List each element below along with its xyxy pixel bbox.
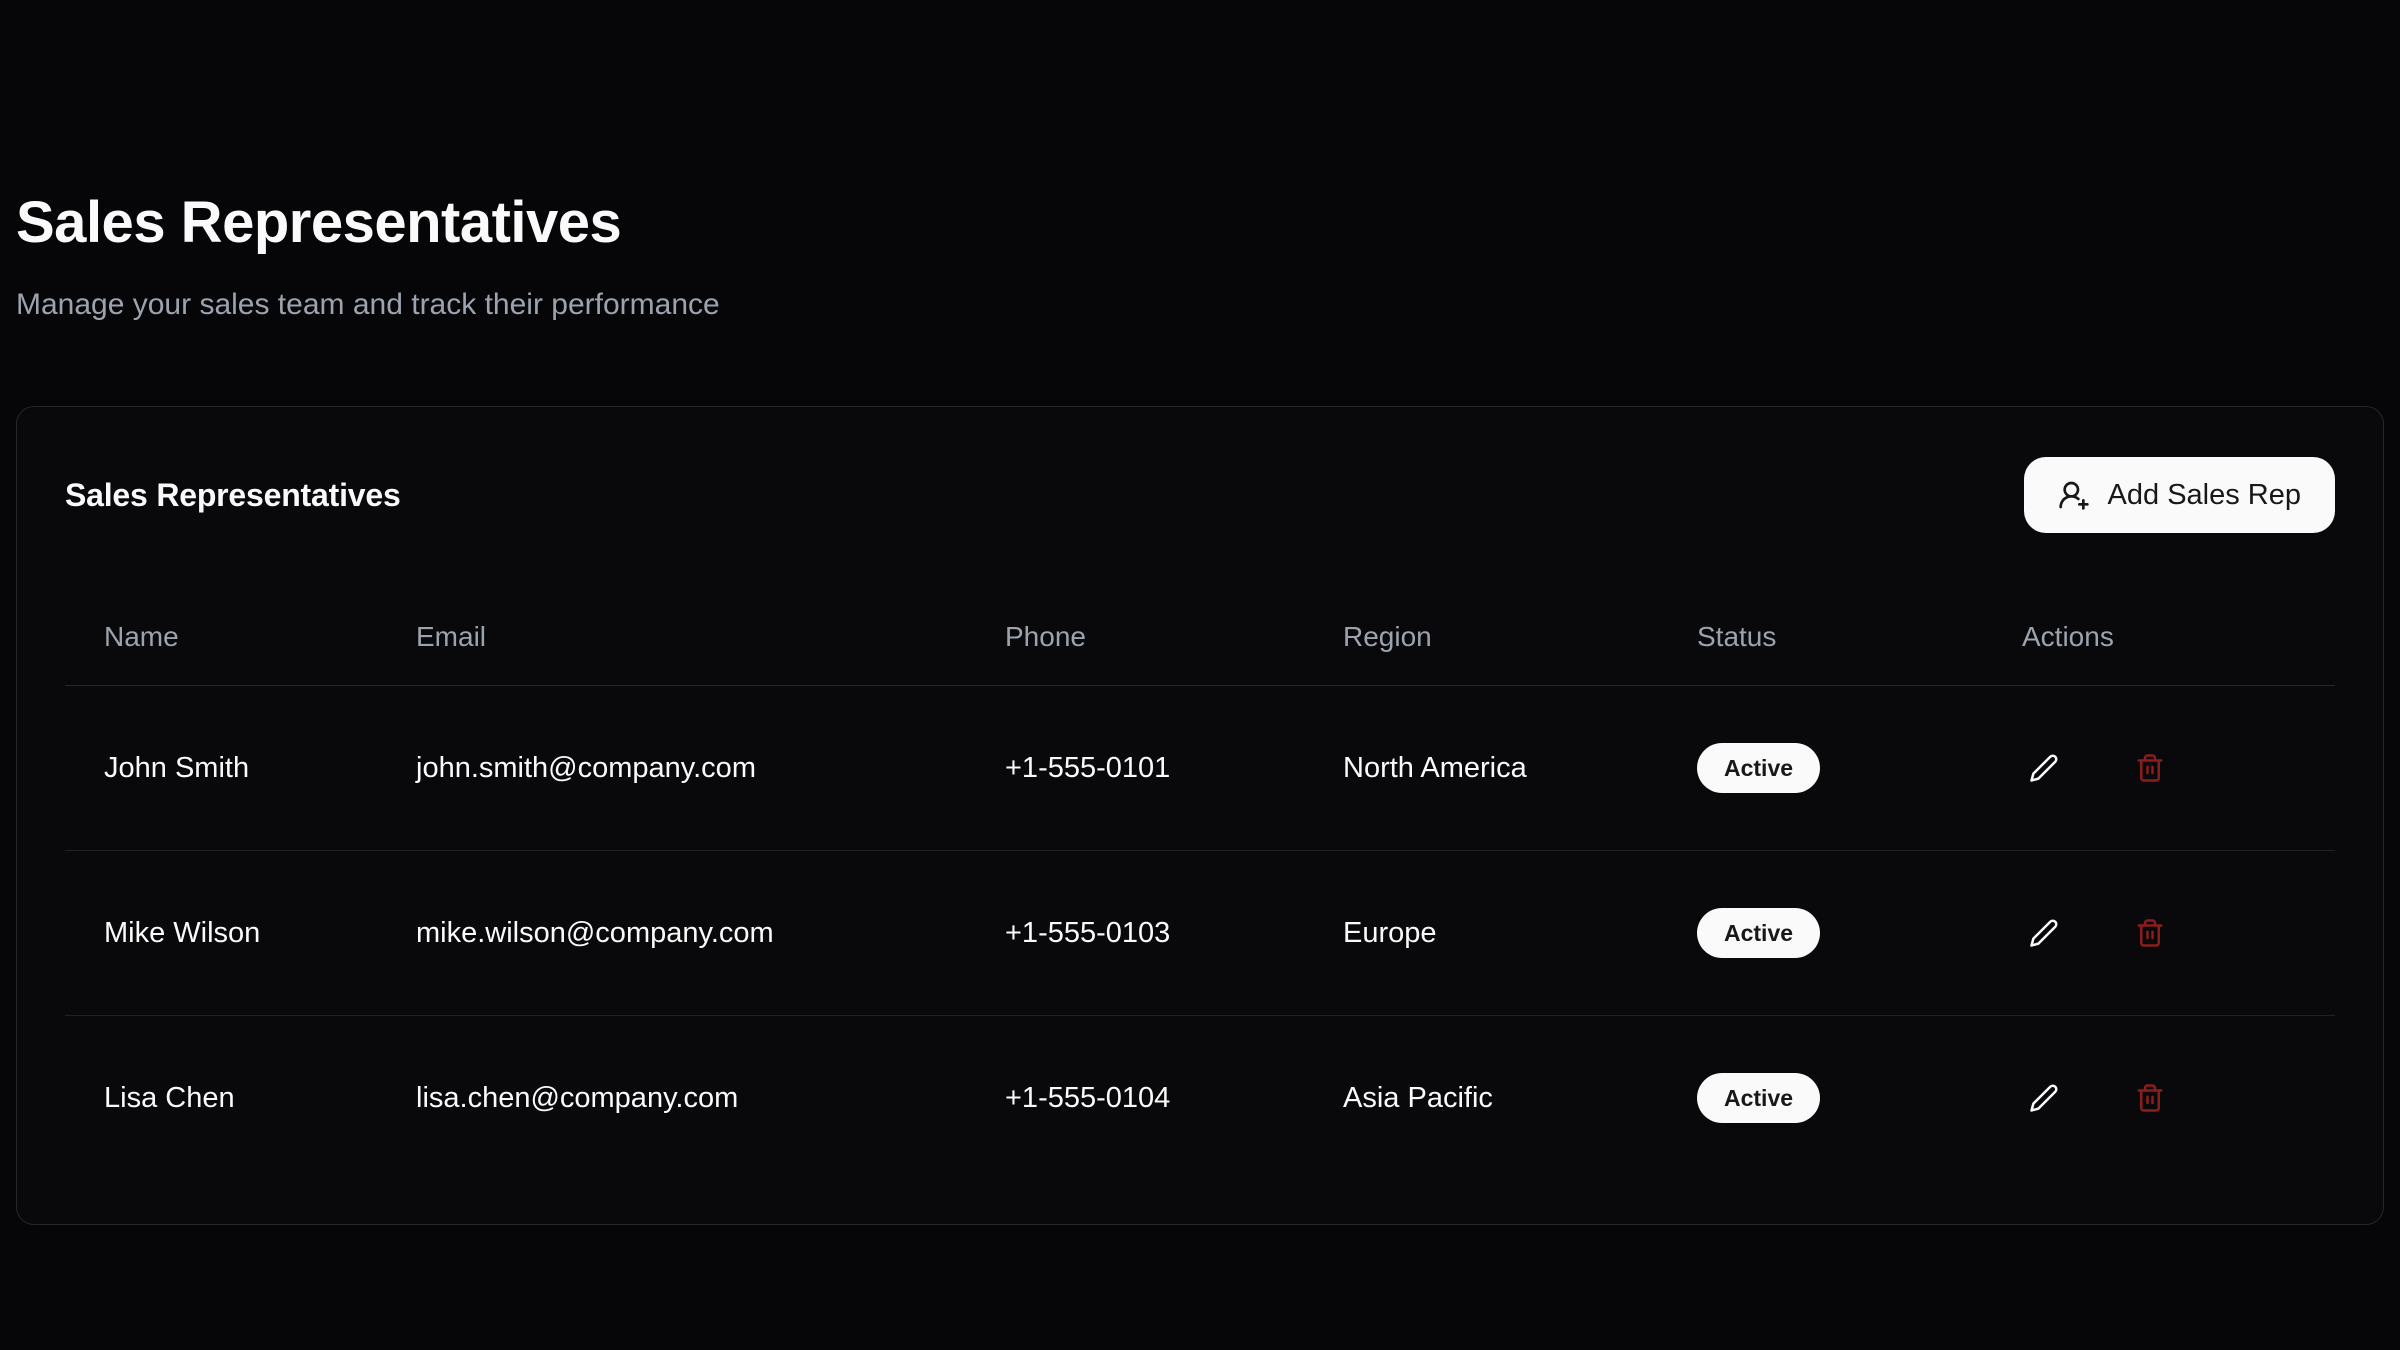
cell-status: Active bbox=[1658, 686, 1983, 851]
table-row: John Smith john.smith@company.com +1-555… bbox=[65, 686, 2335, 851]
cell-phone: +1-555-0103 bbox=[966, 851, 1304, 1016]
column-header-status: Status bbox=[1658, 589, 1983, 686]
cell-email: john.smith@company.com bbox=[377, 686, 966, 851]
cell-phone: +1-555-0104 bbox=[966, 1016, 1304, 1181]
table-header: Name Email Phone Region Status Actions bbox=[65, 589, 2335, 686]
page: Sales Representatives Manage your sales … bbox=[0, 190, 2400, 1350]
edit-button[interactable] bbox=[2022, 911, 2066, 955]
delete-button[interactable] bbox=[2128, 746, 2172, 790]
status-badge: Active bbox=[1697, 908, 1820, 958]
cell-actions bbox=[1983, 686, 2335, 851]
table-body: John Smith john.smith@company.com +1-555… bbox=[65, 686, 2335, 1181]
status-badge: Active bbox=[1697, 743, 1820, 793]
cell-status: Active bbox=[1658, 1016, 1983, 1181]
cell-actions bbox=[1983, 851, 2335, 1016]
column-header-name: Name bbox=[65, 589, 377, 686]
cell-email: mike.wilson@company.com bbox=[377, 851, 966, 1016]
add-sales-rep-button[interactable]: Add Sales Rep bbox=[2024, 457, 2335, 533]
trash-icon bbox=[2135, 753, 2165, 783]
edit-button[interactable] bbox=[2022, 1076, 2066, 1120]
delete-button[interactable] bbox=[2128, 1076, 2172, 1120]
sales-reps-table: Name Email Phone Region Status Actions J… bbox=[65, 589, 2335, 1180]
cell-status: Active bbox=[1658, 851, 1983, 1016]
cell-email: lisa.chen@company.com bbox=[377, 1016, 966, 1181]
delete-button[interactable] bbox=[2128, 911, 2172, 955]
cell-region: Europe bbox=[1304, 851, 1658, 1016]
cell-actions bbox=[1983, 1016, 2335, 1181]
status-badge: Active bbox=[1697, 1073, 1820, 1123]
sales-reps-card: Sales Representatives Add Sales Rep bbox=[16, 406, 2384, 1225]
column-header-phone: Phone bbox=[966, 589, 1304, 686]
cell-name: Mike Wilson bbox=[65, 851, 377, 1016]
page-subtitle: Manage your sales team and track their p… bbox=[16, 286, 2384, 324]
column-header-email: Email bbox=[377, 589, 966, 686]
cell-region: North America bbox=[1304, 686, 1658, 851]
card-title: Sales Representatives bbox=[65, 475, 401, 515]
column-header-actions: Actions bbox=[1983, 589, 2335, 686]
column-header-region: Region bbox=[1304, 589, 1658, 686]
table-row: Lisa Chen lisa.chen@company.com +1-555-0… bbox=[65, 1016, 2335, 1181]
trash-icon bbox=[2135, 1083, 2165, 1113]
pencil-icon bbox=[2029, 918, 2059, 948]
add-sales-rep-button-label: Add Sales Rep bbox=[2108, 479, 2301, 512]
cell-name: John Smith bbox=[65, 686, 377, 851]
cell-name: Lisa Chen bbox=[65, 1016, 377, 1181]
edit-button[interactable] bbox=[2022, 746, 2066, 790]
trash-icon bbox=[2135, 918, 2165, 948]
cell-region: Asia Pacific bbox=[1304, 1016, 1658, 1181]
pencil-icon bbox=[2029, 1083, 2059, 1113]
cell-phone: +1-555-0101 bbox=[966, 686, 1304, 851]
card-header: Sales Representatives Add Sales Rep bbox=[65, 457, 2335, 533]
page-title: Sales Representatives bbox=[16, 190, 2384, 256]
table-row: Mike Wilson mike.wilson@company.com +1-5… bbox=[65, 851, 2335, 1016]
user-plus-icon bbox=[2058, 479, 2090, 511]
pencil-icon bbox=[2029, 753, 2059, 783]
